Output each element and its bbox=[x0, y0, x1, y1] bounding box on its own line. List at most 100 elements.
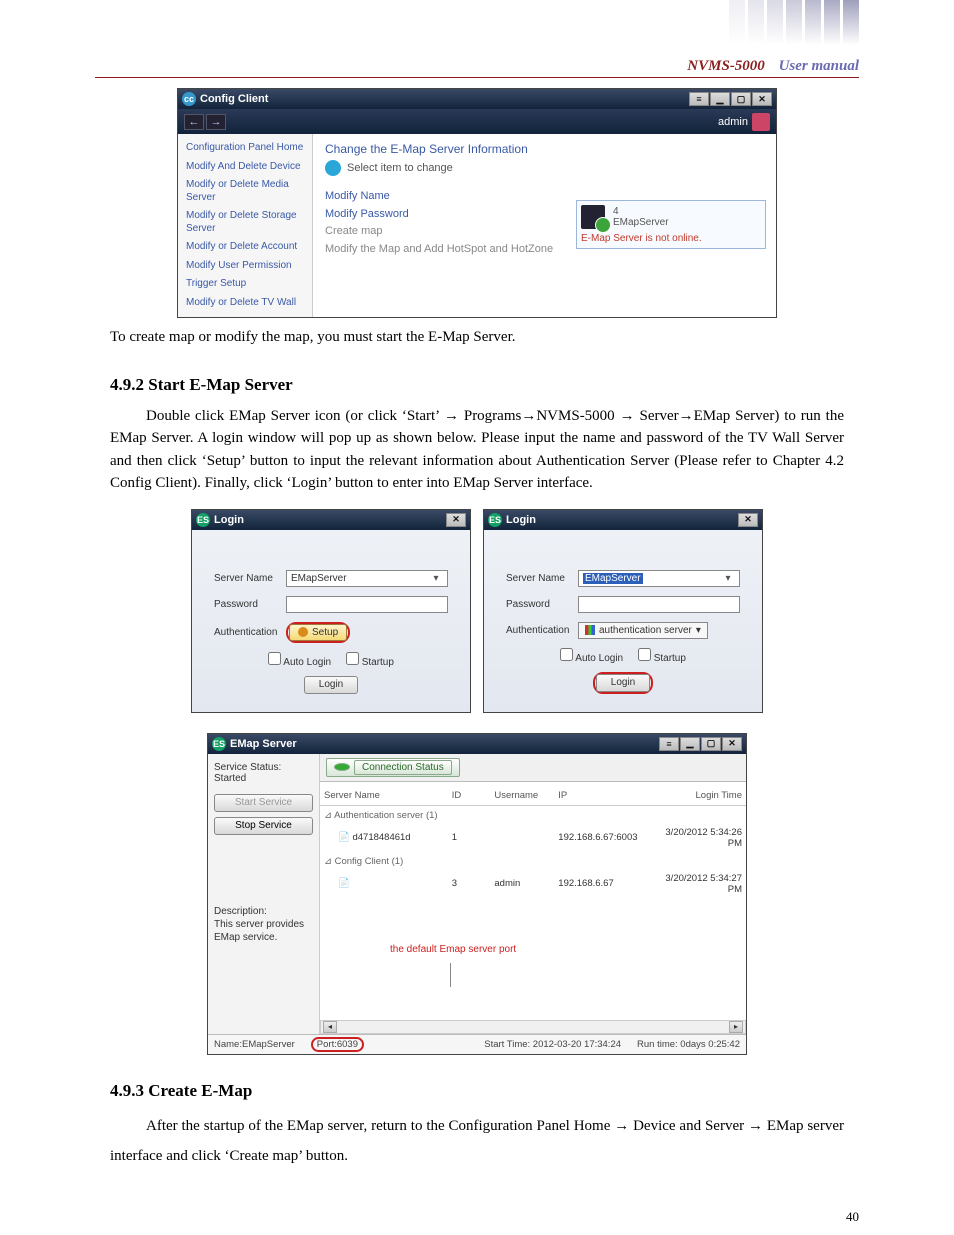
emap-server-window: ES EMap Server ≡ ▁ ▢ ✕ Service Status: S… bbox=[207, 733, 747, 1055]
footer-name: Name:EMapServer bbox=[214, 1039, 295, 1050]
server-name-label: Server Name bbox=[506, 573, 578, 584]
emap-count: 4 bbox=[613, 206, 669, 217]
section-493-heading: 4.9.3 Create E-Map bbox=[110, 1081, 844, 1101]
emap-offline-warning: E-Map Server is not online. bbox=[581, 233, 761, 244]
window-controls: ≡ ▁ ▢ ✕ bbox=[689, 92, 772, 106]
sidebar-item[interactable]: Modify or Delete Account bbox=[178, 238, 312, 257]
description-title: Description: bbox=[214, 905, 313, 918]
setup-button[interactable]: Setup bbox=[289, 624, 347, 641]
tab-connection-status[interactable]: Connection Status bbox=[326, 758, 460, 777]
auto-login-checkbox[interactable]: Auto Login bbox=[560, 653, 623, 664]
close-icon[interactable]: ✕ bbox=[752, 92, 772, 106]
current-user: admin bbox=[718, 116, 748, 128]
sidebar-item[interactable]: Modify or Delete Media Server bbox=[178, 176, 312, 207]
gear-icon bbox=[298, 627, 308, 637]
group-auth-server[interactable]: ⊿ Authentication server (1) bbox=[320, 805, 746, 824]
col-ip[interactable]: IP bbox=[554, 786, 648, 806]
app-icon: ES bbox=[196, 513, 210, 527]
port-note: the default Emap server port bbox=[390, 944, 746, 955]
emap-sidebar: Service Status: Started Start Service St… bbox=[208, 754, 320, 1034]
config-client-title: Config Client bbox=[200, 93, 268, 105]
emap-footer: Name:EMapServer Port:6039 Start Time: 20… bbox=[208, 1034, 746, 1054]
login-window-setup: ES Login ✕ Server Name EMapServer ▾ Pass… bbox=[191, 509, 471, 713]
paragraph-start-emap: Double click EMap Server icon (or click … bbox=[110, 405, 844, 495]
service-status: Service Status: Started bbox=[214, 762, 313, 784]
emap-name: EMapServer bbox=[613, 217, 669, 228]
password-label: Password bbox=[506, 599, 578, 610]
footer-port: Port:6039 bbox=[311, 1037, 364, 1052]
col-login-time[interactable]: Login Time bbox=[648, 786, 746, 806]
description-body: This server provides EMap service. bbox=[214, 918, 313, 944]
minimize-icon[interactable]: ▁ bbox=[680, 737, 700, 751]
server-name-input[interactable]: EMapServer ▾ bbox=[286, 570, 448, 587]
usermanual-label: User manual bbox=[779, 58, 859, 74]
sidebar-item[interactable]: Configuration Panel Home bbox=[178, 139, 312, 158]
startup-checkbox[interactable]: Startup bbox=[638, 653, 686, 664]
col-username[interactable]: Username bbox=[490, 786, 554, 806]
scroll-left-icon[interactable]: ◂ bbox=[323, 1021, 337, 1033]
auto-login-checkbox[interactable]: Auto Login bbox=[268, 657, 331, 668]
chevron-down-icon[interactable]: ▾ bbox=[429, 571, 443, 585]
header-title: NVMS-5000 User manual bbox=[687, 58, 859, 75]
chevron-down-icon[interactable]: ▾ bbox=[696, 625, 701, 636]
scroll-right-icon[interactable]: ▸ bbox=[729, 1021, 743, 1033]
group-config-client[interactable]: ⊿ Config Client (1) bbox=[320, 852, 746, 870]
login-button[interactable]: Login bbox=[596, 674, 650, 692]
emap-server-title: EMap Server bbox=[230, 738, 297, 750]
product-name: NVMS-5000 bbox=[687, 58, 765, 74]
status-dot-icon bbox=[595, 217, 611, 233]
port-arrow bbox=[450, 963, 451, 987]
chevron-down-icon[interactable]: ▾ bbox=[721, 571, 735, 585]
maximize-icon[interactable]: ▢ bbox=[701, 737, 721, 751]
col-id[interactable]: ID bbox=[448, 786, 491, 806]
password-label: Password bbox=[214, 599, 286, 610]
auth-label: Authentication bbox=[506, 625, 578, 636]
minimize-icon[interactable]: ▁ bbox=[710, 92, 730, 106]
close-icon[interactable]: ✕ bbox=[722, 737, 742, 751]
maximize-icon[interactable]: ▢ bbox=[731, 92, 751, 106]
paragraph-create-map: To create map or modify the map, you mus… bbox=[110, 326, 844, 349]
sidebar-item[interactable]: Trigger Setup bbox=[178, 275, 312, 294]
sidebar-item[interactable]: Modify or Delete TV Wall bbox=[178, 294, 312, 313]
app-icon: cc bbox=[182, 92, 196, 106]
app-icon: ES bbox=[488, 513, 502, 527]
server-name-label: Server Name bbox=[214, 573, 286, 584]
config-client-titlebar: cc Config Client ≡ ▁ ▢ ✕ bbox=[178, 89, 776, 109]
start-service-button: Start Service bbox=[214, 794, 313, 812]
table-row[interactable]: 📄 d471848461d 1 192.168.6.67:6003 3/20/2… bbox=[320, 824, 746, 852]
user-avatar-icon[interactable] bbox=[752, 113, 770, 131]
login-button[interactable]: Login bbox=[304, 676, 358, 694]
login-title: Login bbox=[214, 514, 244, 526]
emap-status-panel: 4 EMapServer E-Map Server is not online. bbox=[576, 200, 766, 249]
header-decoration bbox=[729, 0, 859, 45]
table-row[interactable]: 📄 3 admin 192.168.6.67 3/20/2012 5:34:27… bbox=[320, 870, 746, 898]
auth-server-dropdown[interactable]: authentication server ▾ bbox=[578, 622, 708, 639]
config-client-toolbar: ← → admin bbox=[178, 109, 776, 134]
tray-icon[interactable]: ≡ bbox=[689, 92, 709, 106]
footer-start-time: Start Time: 2012-03-20 17:34:24 bbox=[484, 1039, 621, 1050]
tab-bar: Connection Status bbox=[320, 754, 746, 782]
nav-back-icon[interactable]: ← bbox=[184, 114, 204, 130]
page-number: 40 bbox=[846, 1209, 859, 1225]
col-server-name[interactable]: Server Name bbox=[320, 786, 448, 806]
stop-service-button[interactable]: Stop Service bbox=[214, 817, 313, 835]
startup-checkbox[interactable]: Startup bbox=[346, 657, 394, 668]
sidebar-item[interactable]: Modify And Delete Device bbox=[178, 158, 312, 177]
footer-run-time: Run time: 0days 0:25:42 bbox=[637, 1039, 740, 1050]
login-title: Login bbox=[506, 514, 536, 526]
nav-forward-icon[interactable]: → bbox=[206, 114, 226, 130]
server-name-input[interactable]: EMapServer ▾ bbox=[578, 570, 740, 587]
login-window-authserver: ES Login ✕ Server Name EMapServer ▾ Pass… bbox=[483, 509, 763, 713]
sidebar-item[interactable]: Modify or Delete Storage Server bbox=[178, 207, 312, 238]
password-input[interactable] bbox=[578, 596, 740, 613]
tray-icon[interactable]: ≡ bbox=[659, 737, 679, 751]
section-492-heading: 4.9.2 Start E-Map Server bbox=[110, 375, 844, 395]
close-icon[interactable]: ✕ bbox=[738, 513, 758, 527]
sidebar-item[interactable]: Modify User Permission bbox=[178, 257, 312, 276]
close-icon[interactable]: ✕ bbox=[446, 513, 466, 527]
h-scrollbar[interactable]: ◂ ▸ bbox=[320, 1020, 746, 1034]
app-icon: ES bbox=[212, 737, 226, 751]
password-input[interactable] bbox=[286, 596, 448, 613]
config-client-main: Change the E-Map Server Information Sele… bbox=[313, 134, 776, 317]
paragraph-create-emap: After the startup of the EMap server, re… bbox=[110, 1111, 844, 1171]
